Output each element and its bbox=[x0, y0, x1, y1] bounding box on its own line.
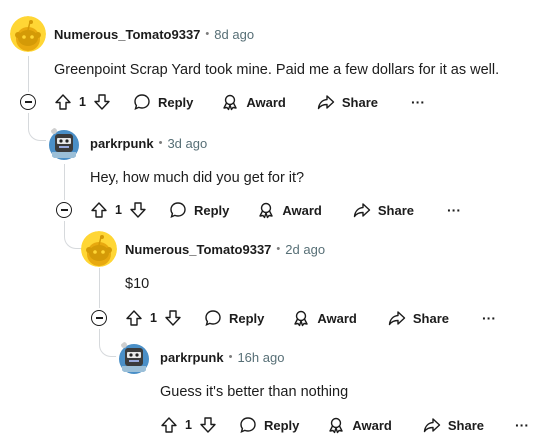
robot-avatar-icon[interactable] bbox=[46, 125, 82, 161]
comment-author[interactable]: Numerous_Tomato9337 bbox=[54, 27, 200, 42]
award-icon bbox=[223, 94, 238, 111]
share-label: Share bbox=[341, 94, 378, 110]
reply-label: Reply bbox=[263, 417, 300, 433]
minus-icon bbox=[95, 317, 103, 319]
upvote-icon[interactable] bbox=[90, 201, 108, 219]
share-arrow-icon bbox=[317, 95, 335, 110]
award-icon bbox=[329, 417, 344, 434]
vote-group: 1 bbox=[160, 416, 217, 434]
thread-line-1 bbox=[28, 56, 29, 92]
vote-count: 1 bbox=[150, 311, 157, 325]
comment-body: $10 bbox=[125, 276, 150, 292]
share-button[interactable]: Share bbox=[423, 416, 484, 434]
more-options-icon[interactable]: ··· bbox=[515, 417, 529, 433]
reply-bubble-icon bbox=[170, 202, 186, 219]
vote-count: 1 bbox=[185, 418, 192, 432]
comment-body: Guess it's better than nothing bbox=[160, 384, 349, 400]
comment-author[interactable]: parkrpunk bbox=[90, 136, 154, 151]
snoo-yellow-avatar-icon[interactable] bbox=[10, 16, 46, 52]
share-label: Share bbox=[412, 310, 449, 326]
share-button[interactable]: Share bbox=[317, 93, 378, 111]
award-label: Award bbox=[317, 310, 357, 326]
vote-group: 1 bbox=[90, 201, 147, 219]
reply-button[interactable]: Reply bbox=[169, 201, 229, 219]
award-icon bbox=[294, 310, 309, 327]
vote-group: 1 bbox=[125, 309, 182, 327]
comment-header: Numerous_Tomato9337 • 2d ago bbox=[81, 231, 325, 267]
reply-button[interactable]: Reply bbox=[204, 309, 264, 327]
comment-author[interactable]: parkrpunk bbox=[160, 350, 224, 365]
collapse-thread-button[interactable] bbox=[56, 202, 72, 218]
collapse-thread-button[interactable] bbox=[20, 94, 36, 110]
more-options-icon[interactable]: ··· bbox=[411, 94, 425, 110]
reply-bubble-icon bbox=[134, 94, 150, 111]
reply-label: Reply bbox=[157, 94, 194, 110]
share-arrow-icon bbox=[388, 311, 406, 326]
comment-header: Numerous_Tomato9337 • 8d ago bbox=[10, 16, 254, 52]
reply-bubble-icon bbox=[205, 310, 221, 327]
vote-count: 1 bbox=[79, 95, 86, 109]
more-options-icon[interactable]: ··· bbox=[482, 310, 496, 326]
reply-button[interactable]: Reply bbox=[239, 416, 299, 434]
reply-label: Reply bbox=[228, 310, 265, 326]
upvote-icon[interactable] bbox=[54, 93, 72, 111]
minus-icon bbox=[60, 209, 68, 211]
comment-body: Hey, how much did you get for it? bbox=[90, 170, 305, 186]
comment-actions: 1 Reply Award Share ··· bbox=[54, 90, 425, 114]
comment-actions: 1 Reply Award Share ··· bbox=[90, 198, 461, 222]
reply-label: Reply bbox=[193, 202, 230, 218]
comment-actions: 1 Reply Award Share ··· bbox=[160, 413, 529, 437]
downvote-icon[interactable] bbox=[93, 93, 111, 111]
downvote-icon[interactable] bbox=[199, 416, 217, 434]
downvote-icon[interactable] bbox=[164, 309, 182, 327]
comment-author[interactable]: Numerous_Tomato9337 bbox=[125, 242, 271, 257]
share-label: Share bbox=[447, 417, 484, 433]
comment-body: Greenpoint Scrap Yard took mine. Paid me… bbox=[54, 62, 500, 78]
collapse-thread-button[interactable] bbox=[91, 310, 107, 326]
award-icon bbox=[259, 202, 274, 219]
thread-curve-1 bbox=[28, 113, 46, 141]
thread-curve-2 bbox=[64, 221, 82, 249]
award-button[interactable]: Award bbox=[221, 93, 286, 111]
robot-avatar-icon[interactable] bbox=[116, 339, 152, 375]
upvote-icon[interactable] bbox=[160, 416, 178, 434]
comment-timestamp[interactable]: 3d ago bbox=[167, 136, 207, 151]
comment-timestamp[interactable]: 16h ago bbox=[237, 350, 284, 365]
share-label: Share bbox=[377, 202, 414, 218]
share-button[interactable]: Share bbox=[388, 309, 449, 327]
upvote-icon[interactable] bbox=[125, 309, 143, 327]
snoo-yellow-avatar-icon[interactable] bbox=[81, 231, 117, 267]
reply-bubble-icon bbox=[240, 417, 256, 434]
award-button[interactable]: Award bbox=[257, 201, 322, 219]
minus-icon bbox=[24, 101, 32, 103]
comment-timestamp[interactable]: 8d ago bbox=[214, 27, 254, 42]
reply-button[interactable]: Reply bbox=[133, 93, 193, 111]
award-label: Award bbox=[246, 94, 286, 110]
separator: • bbox=[205, 28, 210, 40]
share-button[interactable]: Share bbox=[353, 201, 414, 219]
share-arrow-icon bbox=[423, 418, 441, 433]
separator: • bbox=[276, 243, 281, 255]
thread-curve-3 bbox=[99, 329, 117, 357]
award-button[interactable]: Award bbox=[327, 416, 392, 434]
comment-header: parkrpunk • 3d ago bbox=[46, 125, 207, 161]
share-arrow-icon bbox=[353, 203, 371, 218]
comment-actions: 1 Reply Award Share ··· bbox=[125, 306, 496, 330]
thread-line-2 bbox=[64, 164, 65, 200]
more-options-icon[interactable]: ··· bbox=[447, 202, 461, 218]
award-button[interactable]: Award bbox=[292, 309, 357, 327]
comment-timestamp[interactable]: 2d ago bbox=[285, 242, 325, 257]
vote-group: 1 bbox=[54, 93, 111, 111]
separator: • bbox=[158, 137, 163, 149]
downvote-icon[interactable] bbox=[129, 201, 147, 219]
separator: • bbox=[228, 351, 233, 363]
comment-header: parkrpunk • 16h ago bbox=[116, 339, 284, 375]
thread-line-3 bbox=[99, 268, 100, 308]
award-label: Award bbox=[282, 202, 322, 218]
award-label: Award bbox=[352, 417, 392, 433]
vote-count: 1 bbox=[115, 203, 122, 217]
